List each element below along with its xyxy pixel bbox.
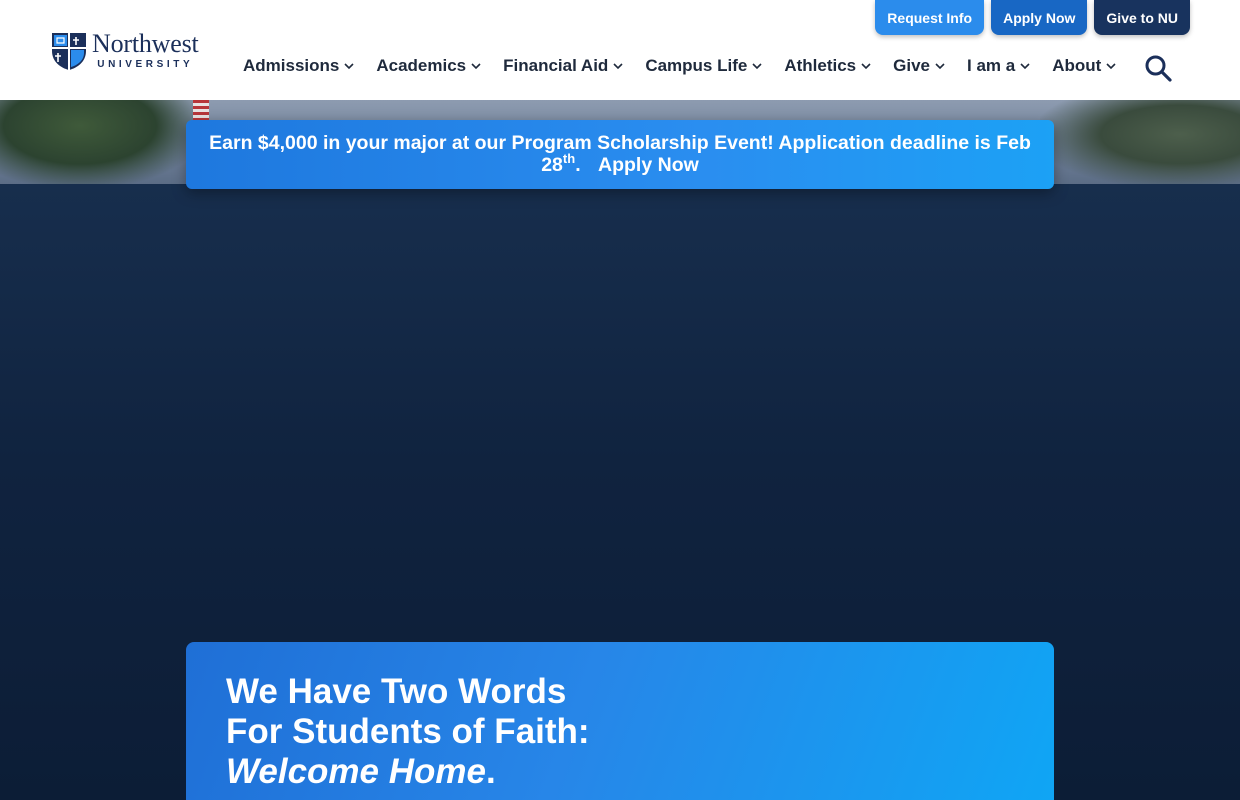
- chevron-down-icon: [1106, 63, 1116, 70]
- main-nav: Admissions Academics Financial Aid Campu…: [243, 56, 1138, 76]
- nav-item-i-am-a[interactable]: I am a: [967, 56, 1031, 76]
- search-icon[interactable]: [1144, 54, 1172, 82]
- nav-item-label: About: [1052, 56, 1102, 75]
- nav-item-give[interactable]: Give: [893, 56, 946, 76]
- banner-superscript: th: [562, 150, 576, 166]
- nav-item-label: Athletics: [784, 56, 857, 75]
- nav-item-about[interactable]: About: [1052, 56, 1117, 76]
- nav-item-label: Financial Aid: [503, 56, 609, 75]
- nav-item-label: Campus Life: [645, 56, 748, 75]
- nav-item-label: I am a: [967, 56, 1016, 75]
- scholarship-banner: Earn $4,000 in your major at our Program…: [186, 120, 1054, 189]
- chevron-down-icon: [935, 63, 945, 70]
- chevron-down-icon: [613, 63, 623, 70]
- request-info-button[interactable]: Request Info: [875, 0, 985, 35]
- chevron-down-icon: [861, 63, 871, 70]
- site-logo[interactable]: Northwest UNIVERSITY: [50, 29, 199, 71]
- welcome-heading-line2: For Students of Faith:: [226, 712, 590, 751]
- flag-image: [193, 100, 209, 120]
- apply-now-button[interactable]: Apply Now: [991, 0, 1088, 35]
- chevron-down-icon: [471, 63, 481, 70]
- logo-name: Northwest: [92, 28, 199, 58]
- tree-image: [1040, 100, 1240, 186]
- welcome-heading-line1: We Have Two Words: [226, 672, 567, 711]
- welcome-punct: .: [486, 752, 496, 791]
- site-header: Northwest UNIVERSITY Request Info Apply …: [0, 0, 1240, 100]
- nav-item-label: Admissions: [243, 56, 340, 75]
- banner-apply-now-link[interactable]: Apply Now: [598, 154, 699, 176]
- welcome-heading-line3: Welcome Home.: [226, 752, 1014, 792]
- nav-item-campus-life[interactable]: Campus Life: [645, 56, 763, 76]
- nav-item-label: Academics: [376, 56, 467, 75]
- banner-punct: .: [575, 154, 581, 176]
- tree-image: [0, 100, 200, 186]
- nav-item-label: Give: [893, 56, 930, 75]
- nav-item-academics[interactable]: Academics: [376, 56, 482, 76]
- utility-nav: Request Info Apply Now Give to NU: [875, 0, 1190, 35]
- welcome-card: We Have Two Words For Students of Faith:…: [186, 642, 1054, 800]
- chevron-down-icon: [752, 63, 762, 70]
- logo-subtitle: UNIVERSITY: [97, 58, 194, 70]
- give-to-nu-button[interactable]: Give to NU: [1094, 0, 1190, 35]
- nav-item-financial-aid[interactable]: Financial Aid: [503, 56, 624, 76]
- nav-item-athletics[interactable]: Athletics: [784, 56, 872, 76]
- chevron-down-icon: [344, 63, 354, 70]
- nav-item-admissions[interactable]: Admissions: [243, 56, 355, 76]
- shield-crest-icon: [52, 33, 86, 70]
- welcome-emphasis: Welcome Home: [226, 752, 486, 791]
- chevron-down-icon: [1020, 63, 1030, 70]
